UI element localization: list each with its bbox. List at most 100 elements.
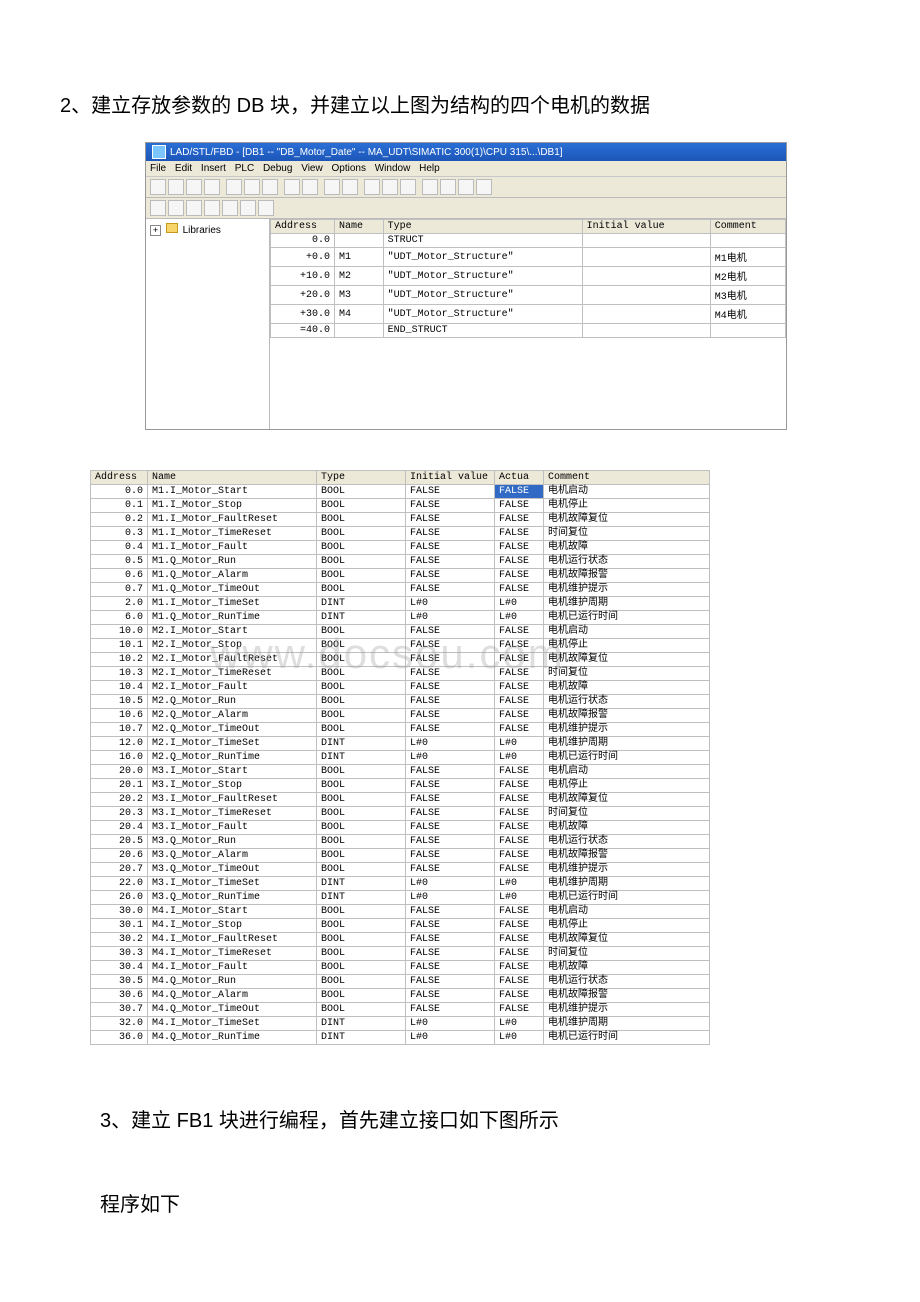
table-row[interactable]: 20.6M3.Q_Motor_AlarmBOOLFALSEFALSE电机故障报警 (91, 849, 710, 863)
table-row[interactable]: 30.1M4.I_Motor_StopBOOLFALSEFALSE电机停止 (91, 919, 710, 933)
col-name[interactable]: Name (148, 471, 317, 485)
detail-table[interactable]: Address Name Type Initial value Actua Co… (90, 470, 710, 1045)
table-row[interactable]: 26.0M3.Q_Motor_RunTimeDINTL#0L#0电机已运行时间 (91, 891, 710, 905)
table-row[interactable]: 0.3M1.I_Motor_TimeResetBOOLFALSEFALSE时间复… (91, 527, 710, 541)
table-row[interactable]: 10.1M2.I_Motor_StopBOOLFALSEFALSE电机停止 (91, 639, 710, 653)
toolbar-button[interactable] (476, 179, 492, 195)
col-address[interactable]: Address (91, 471, 148, 485)
table-row[interactable]: 30.2M4.I_Motor_FaultResetBOOLFALSEFALSE电… (91, 933, 710, 947)
table-row[interactable]: 10.0M2.I_Motor_StartBOOLFALSEFALSE电机启动 (91, 625, 710, 639)
toolbar-button[interactable] (222, 200, 238, 216)
menu-options[interactable]: Options (331, 163, 365, 174)
toolbar-button[interactable] (186, 179, 202, 195)
expand-icon[interactable]: + (150, 225, 161, 236)
col-initial-value[interactable]: Initial value (582, 220, 710, 234)
table-row[interactable]: 10.6M2.Q_Motor_AlarmBOOLFALSEFALSE电机故障报警 (91, 709, 710, 723)
cell-type: BOOL (317, 625, 406, 639)
toolbar-button[interactable] (440, 179, 456, 195)
table-row[interactable]: 0.7M1.Q_Motor_TimeOutBOOLFALSEFALSE电机维护提… (91, 583, 710, 597)
tree-item-libraries[interactable]: + Libraries (150, 223, 265, 236)
toolbar-button[interactable] (422, 179, 438, 195)
toolbar-button[interactable] (186, 200, 202, 216)
col-comment[interactable]: Comment (544, 471, 710, 485)
table-row[interactable]: +30.0M4"UDT_Motor_Structure"M4电机 (271, 305, 786, 324)
toolbar-button[interactable] (382, 179, 398, 195)
tree-pane[interactable]: + Libraries (146, 219, 270, 429)
table-row[interactable]: 30.3M4.I_Motor_TimeResetBOOLFALSEFALSE时间… (91, 947, 710, 961)
toolbar-button[interactable] (342, 179, 358, 195)
menu-window[interactable]: Window (375, 163, 411, 174)
table-row[interactable]: 0.0M1.I_Motor_StartBOOLFALSEFALSE电机启动 (91, 485, 710, 499)
menu-debug[interactable]: Debug (263, 163, 292, 174)
table-row[interactable]: 2.0M1.I_Motor_TimeSetDINTL#0L#0电机维护周期 (91, 597, 710, 611)
table-row[interactable]: +10.0M2"UDT_Motor_Structure"M2电机 (271, 267, 786, 286)
menu-help[interactable]: Help (419, 163, 440, 174)
toolbar-button[interactable] (262, 179, 278, 195)
table-row[interactable]: 22.0M3.I_Motor_TimeSetDINTL#0L#0电机维护周期 (91, 877, 710, 891)
table-row[interactable]: 20.5M3.Q_Motor_RunBOOLFALSEFALSE电机运行状态 (91, 835, 710, 849)
toolbar-button[interactable] (302, 179, 318, 195)
table-row[interactable]: 20.3M3.I_Motor_TimeResetBOOLFALSEFALSE时间… (91, 807, 710, 821)
table-row[interactable]: 30.4M4.I_Motor_FaultBOOLFALSEFALSE电机故障 (91, 961, 710, 975)
table-row[interactable]: 16.0M2.Q_Motor_RunTimeDINTL#0L#0电机已运行时间 (91, 751, 710, 765)
table-row[interactable]: 0.2M1.I_Motor_FaultResetBOOLFALSEFALSE电机… (91, 513, 710, 527)
table-row[interactable]: 20.4M3.I_Motor_FaultBOOLFALSEFALSE电机故障 (91, 821, 710, 835)
col-type[interactable]: Type (383, 220, 582, 234)
table-row[interactable]: 32.0M4.I_Motor_TimeSetDINTL#0L#0电机维护周期 (91, 1017, 710, 1031)
struct-grid[interactable]: Address Name Type Initial value Comment … (270, 219, 786, 429)
toolbar-button[interactable] (324, 179, 340, 195)
col-address[interactable]: Address (271, 220, 335, 234)
table-row[interactable]: +0.0M1"UDT_Motor_Structure"M1电机 (271, 248, 786, 267)
table-row[interactable]: 0.4M1.I_Motor_FaultBOOLFALSEFALSE电机故障 (91, 541, 710, 555)
cell-initial-value: L#0 (406, 1031, 495, 1045)
toolbar-button[interactable] (150, 200, 166, 216)
toolbar-button[interactable] (204, 200, 220, 216)
menu-file[interactable]: File (150, 163, 166, 174)
table-row[interactable]: 30.0M4.I_Motor_StartBOOLFALSEFALSE电机启动 (91, 905, 710, 919)
table-row[interactable]: 10.3M2.I_Motor_TimeResetBOOLFALSEFALSE时间… (91, 667, 710, 681)
col-initial-value[interactable]: Initial value (406, 471, 495, 485)
col-comment[interactable]: Comment (710, 220, 785, 234)
table-row[interactable]: 20.7M3.Q_Motor_TimeOutBOOLFALSEFALSE电机维护… (91, 863, 710, 877)
cell-comment: 电机停止 (544, 639, 710, 653)
table-row[interactable]: 0.0STRUCT (271, 234, 786, 248)
table-row[interactable]: 6.0M1.Q_Motor_RunTimeDINTL#0L#0电机已运行时间 (91, 611, 710, 625)
table-row[interactable]: 30.5M4.Q_Motor_RunBOOLFALSEFALSE电机运行状态 (91, 975, 710, 989)
table-row[interactable]: 10.2M2.I_Motor_FaultResetBOOLFALSEFALSE电… (91, 653, 710, 667)
toolbar-button[interactable] (168, 200, 184, 216)
col-name[interactable]: Name (335, 220, 384, 234)
toolbar-button[interactable] (364, 179, 380, 195)
menu-view[interactable]: View (301, 163, 323, 174)
toolbar-button[interactable] (150, 179, 166, 195)
table-row[interactable]: +20.0M3"UDT_Motor_Structure"M3电机 (271, 286, 786, 305)
col-actual[interactable]: Actua (495, 471, 544, 485)
table-row[interactable]: 10.5M2.Q_Motor_RunBOOLFALSEFALSE电机运行状态 (91, 695, 710, 709)
toolbar-button[interactable] (240, 200, 256, 216)
table-row[interactable]: 10.4M2.I_Motor_FaultBOOLFALSEFALSE电机故障 (91, 681, 710, 695)
toolbar-button[interactable] (226, 179, 242, 195)
table-row[interactable]: 12.0M2.I_Motor_TimeSetDINTL#0L#0电机维护周期 (91, 737, 710, 751)
menu-bar[interactable]: File Edit Insert PLC Debug View Options … (146, 161, 786, 177)
table-row[interactable]: 0.5M1.Q_Motor_RunBOOLFALSEFALSE电机运行状态 (91, 555, 710, 569)
table-row[interactable]: 10.7M2.Q_Motor_TimeOutBOOLFALSEFALSE电机维护… (91, 723, 710, 737)
menu-insert[interactable]: Insert (201, 163, 226, 174)
table-row[interactable]: 30.6M4.Q_Motor_AlarmBOOLFALSEFALSE电机故障报警 (91, 989, 710, 1003)
toolbar-button[interactable] (400, 179, 416, 195)
menu-plc[interactable]: PLC (235, 163, 254, 174)
table-row[interactable]: 20.2M3.I_Motor_FaultResetBOOLFALSEFALSE电… (91, 793, 710, 807)
toolbar-button[interactable] (258, 200, 274, 216)
table-row[interactable]: 0.1M1.I_Motor_StopBOOLFALSEFALSE电机停止 (91, 499, 710, 513)
toolbar-button[interactable] (284, 179, 300, 195)
toolbar-button[interactable] (168, 179, 184, 195)
table-row[interactable]: 0.6M1.Q_Motor_AlarmBOOLFALSEFALSE电机故障报警 (91, 569, 710, 583)
menu-edit[interactable]: Edit (175, 163, 192, 174)
toolbar-button[interactable] (244, 179, 260, 195)
table-row[interactable]: 20.0M3.I_Motor_StartBOOLFALSEFALSE电机启动 (91, 765, 710, 779)
table-row[interactable]: =40.0END_STRUCT (271, 324, 786, 338)
toolbar-button[interactable] (458, 179, 474, 195)
table-row[interactable]: 20.1M3.I_Motor_StopBOOLFALSEFALSE电机停止 (91, 779, 710, 793)
col-type[interactable]: Type (317, 471, 406, 485)
table-row[interactable]: 30.7M4.Q_Motor_TimeOutBOOLFALSEFALSE电机维护… (91, 1003, 710, 1017)
toolbar-button[interactable] (204, 179, 220, 195)
table-row[interactable]: 36.0M4.Q_Motor_RunTimeDINTL#0L#0电机已运行时间 (91, 1031, 710, 1045)
